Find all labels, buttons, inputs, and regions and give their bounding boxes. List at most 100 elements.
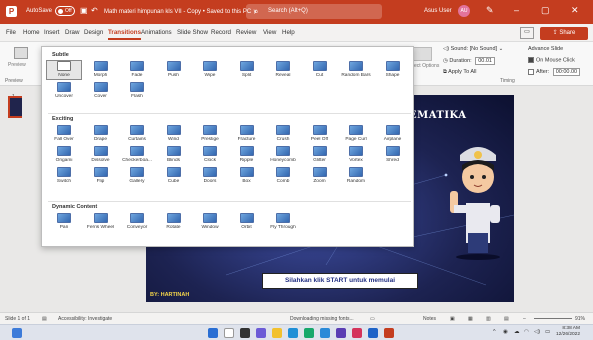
- tab-view[interactable]: View: [263, 29, 276, 36]
- transition-none[interactable]: None: [46, 60, 82, 80]
- transition-shape[interactable]: Shape: [376, 61, 410, 79]
- transition-page-curl[interactable]: Page Curl: [339, 125, 373, 143]
- tab-design[interactable]: Design: [84, 29, 103, 36]
- transition-zoom[interactable]: Zoom: [303, 167, 337, 185]
- normal-view-icon[interactable]: ▣: [450, 316, 455, 322]
- share-button[interactable]: ⇪ Share: [540, 27, 588, 40]
- zoom-level[interactable]: 91%: [575, 316, 585, 322]
- tab-transitions[interactable]: Transitions: [108, 29, 142, 40]
- tab-help[interactable]: Help: [282, 29, 295, 36]
- user-name[interactable]: Asus User: [424, 8, 452, 14]
- tab-draw[interactable]: Draw: [65, 29, 79, 36]
- transition-clock[interactable]: Clock: [193, 146, 227, 164]
- duration-input[interactable]: 00.01: [475, 57, 495, 65]
- undo-icon[interactable]: ↶: [91, 6, 98, 15]
- transition-push[interactable]: Push: [157, 61, 191, 79]
- transition-blinds[interactable]: Blinds: [157, 146, 191, 164]
- teams-icon[interactable]: [256, 328, 266, 338]
- sound-value[interactable]: [No Sound]: [470, 46, 498, 52]
- task-view-icon[interactable]: [12, 328, 22, 338]
- transition-fracture[interactable]: Fracture: [230, 125, 264, 143]
- pen-icon[interactable]: ✎: [486, 5, 494, 16]
- preview-icon[interactable]: [14, 47, 28, 59]
- transition-box[interactable]: Box: [230, 167, 264, 185]
- cloud-icon[interactable]: ☁: [514, 329, 520, 335]
- tab-review[interactable]: Review: [236, 29, 256, 36]
- transition-reveal[interactable]: Reveal: [266, 61, 300, 79]
- transition-cover[interactable]: Cover: [84, 82, 118, 100]
- tab-insert[interactable]: Insert: [44, 29, 59, 36]
- transition-curtains[interactable]: Curtains: [120, 125, 154, 143]
- transition-dissolve[interactable]: Dissolve: [84, 146, 118, 164]
- transition-airplane[interactable]: Airplane: [376, 125, 410, 143]
- transition-peel-off[interactable]: Peel Off: [303, 125, 337, 143]
- transition-morph[interactable]: Morph: [84, 61, 118, 79]
- tray-app-icon[interactable]: ◉: [503, 329, 508, 335]
- word-icon[interactable]: [368, 328, 378, 338]
- tab-record[interactable]: Record: [211, 29, 231, 36]
- transition-gallery[interactable]: Gallery: [120, 167, 154, 185]
- tab-animations[interactable]: Animations: [141, 29, 172, 36]
- search-taskbar-icon[interactable]: [224, 328, 234, 338]
- taskview-icon[interactable]: [240, 328, 250, 338]
- accessibility-status[interactable]: Accessibility: Investigate: [58, 316, 112, 322]
- spellcheck-icon[interactable]: ▤: [42, 316, 47, 322]
- avatar[interactable]: AU: [458, 5, 470, 17]
- transition-comb[interactable]: Comb: [266, 167, 300, 185]
- zoom-slider[interactable]: [534, 318, 572, 319]
- transition-vortex[interactable]: Vortex: [339, 146, 373, 164]
- notes-button[interactable]: Notes: [423, 316, 436, 322]
- transition-checkerboa[interactable]: Checkerboa...: [120, 146, 154, 164]
- transition-fall-over[interactable]: Fall Over: [47, 125, 81, 143]
- transition-cube[interactable]: Cube: [157, 167, 191, 185]
- chrome-icon[interactable]: [304, 328, 314, 338]
- transition-glitter[interactable]: Glitter: [303, 146, 337, 164]
- transition-uncover[interactable]: Uncover: [47, 82, 81, 100]
- close-icon[interactable]: ✕: [571, 5, 579, 16]
- transition-drape[interactable]: Drape: [84, 125, 118, 143]
- tray-chevron-icon[interactable]: ^: [493, 329, 496, 335]
- battery-icon[interactable]: ▭: [545, 329, 550, 335]
- store-icon[interactable]: [320, 328, 330, 338]
- autosave-toggle[interactable]: Off: [55, 6, 75, 16]
- save-icon[interactable]: ▣: [80, 6, 88, 15]
- tab-file[interactable]: File: [6, 29, 16, 36]
- transition-wind[interactable]: Wind: [157, 125, 191, 143]
- on-mouse-click-checkbox[interactable]: [528, 57, 534, 63]
- powerpoint-taskbar-icon[interactable]: [384, 328, 394, 338]
- apply-to-all-button[interactable]: ⧉ Apply To All: [443, 69, 477, 76]
- transition-fade[interactable]: Fade: [120, 61, 154, 79]
- comment-icon[interactable]: ▭: [520, 27, 534, 39]
- transition-wipe[interactable]: Wipe: [193, 61, 227, 79]
- start-icon[interactable]: [208, 328, 218, 338]
- app-icon[interactable]: [336, 328, 346, 338]
- transition-random[interactable]: Random: [339, 167, 373, 185]
- transition-fly-through[interactable]: Fly Through: [266, 213, 300, 231]
- document-title[interactable]: Math materi himpunan kls VII - Copy • Sa…: [104, 8, 257, 15]
- reading-view-icon[interactable]: ▥: [486, 316, 491, 322]
- transition-conveyor[interactable]: Conveyor: [120, 213, 154, 231]
- transition-rotate[interactable]: Rotate: [157, 213, 191, 231]
- tab-slide-show[interactable]: Slide Show: [177, 29, 208, 36]
- maximize-icon[interactable]: ▢: [541, 5, 550, 16]
- minimize-icon[interactable]: –: [514, 5, 519, 15]
- tab-home[interactable]: Home: [23, 29, 40, 36]
- transition-flash[interactable]: Flash: [120, 82, 154, 100]
- transition-origami[interactable]: Origami: [47, 146, 81, 164]
- pinned-app-icon[interactable]: [352, 328, 362, 338]
- start-prompt-box[interactable]: Silahkan klik START untuk memulai: [262, 273, 418, 289]
- slideshow-icon[interactable]: ▤: [504, 316, 509, 322]
- file-explorer-icon[interactable]: [272, 328, 282, 338]
- zoom-out-icon[interactable]: –: [523, 316, 526, 322]
- transition-window[interactable]: Window: [193, 213, 227, 231]
- transition-flip[interactable]: Flip: [84, 167, 118, 185]
- transition-switch[interactable]: Switch: [47, 167, 81, 185]
- transition-split[interactable]: Split: [230, 61, 264, 79]
- transition-orbit[interactable]: Orbit: [230, 213, 264, 231]
- transition-pan[interactable]: Pan: [47, 213, 81, 231]
- preview-button-label[interactable]: Preview: [8, 62, 26, 68]
- transition-doors[interactable]: Doors: [193, 167, 227, 185]
- transition-prestige[interactable]: Prestige: [193, 125, 227, 143]
- transition-cut[interactable]: Cut: [303, 61, 337, 79]
- edge-icon[interactable]: [288, 328, 298, 338]
